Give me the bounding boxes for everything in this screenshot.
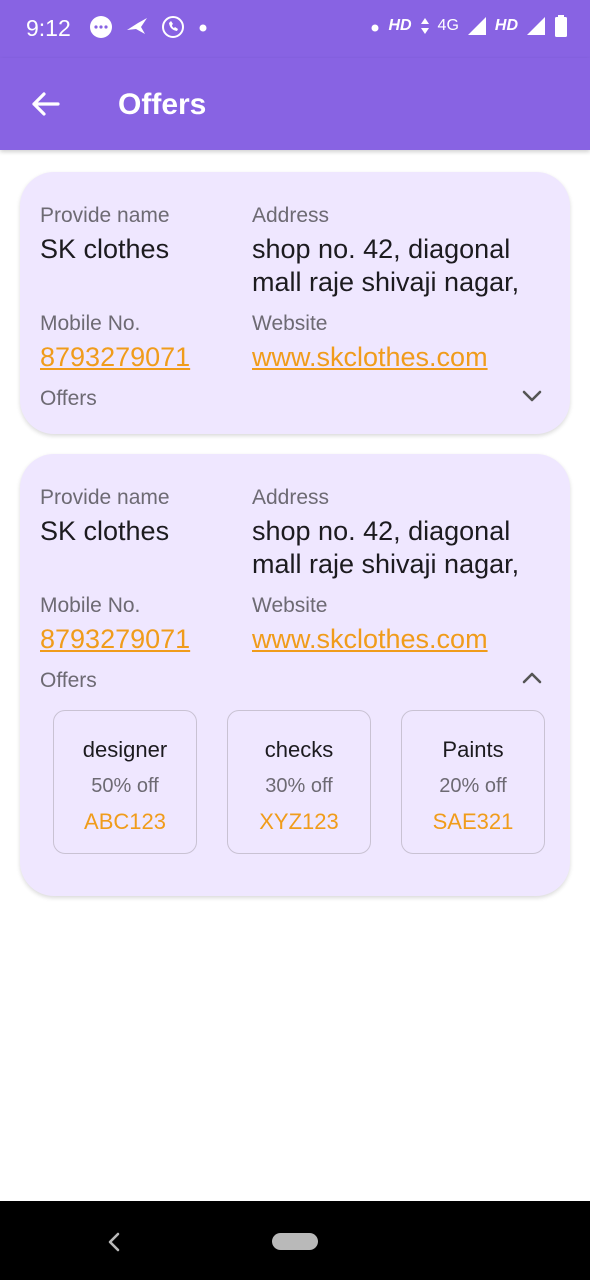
offer-card: Provide name SK clothes Address shop no.…: [20, 172, 570, 434]
offer-code: ABC123: [84, 809, 166, 834]
battery-icon: [555, 15, 567, 37]
nav-back-icon[interactable]: [104, 1231, 124, 1253]
status-left-icons: [88, 14, 210, 40]
hd-indicator: HD: [388, 17, 412, 34]
offer-code: XYZ123: [259, 809, 339, 834]
offer-discount: 20% off: [439, 775, 507, 797]
network-type: 4G: [437, 17, 459, 34]
app-bar: Offers: [0, 58, 590, 150]
chevron-down-icon[interactable]: [520, 384, 544, 408]
page-title: Offers: [118, 88, 207, 121]
address-label: Address: [252, 204, 330, 227]
messenger-icon: [90, 16, 112, 38]
offers-label: Offers: [40, 669, 97, 692]
offer-discount: 30% off: [265, 775, 333, 797]
offer-tile[interactable]: Paints 20% off SAE321: [401, 710, 545, 854]
address-label: Address: [252, 486, 330, 509]
notification-icon: [127, 18, 147, 34]
provider-label: Provide name: [40, 486, 170, 509]
chevron-up-icon[interactable]: [520, 666, 544, 690]
website-link[interactable]: www.skclothes.com: [252, 624, 488, 655]
call-icon: [162, 16, 184, 38]
mobile-label: Mobile No.: [40, 312, 141, 335]
system-nav-bar: [0, 1201, 590, 1280]
hd-indicator-2: HD: [494, 17, 518, 34]
arrow-left-icon[interactable]: [28, 86, 64, 122]
dot-icon: [199, 24, 207, 32]
status-time: 9:12: [26, 15, 71, 41]
offer-discount: 50% off: [91, 775, 159, 797]
signal-icon: [467, 17, 486, 35]
offer-tile[interactable]: checks 30% off XYZ123: [227, 710, 371, 854]
address-line-1: shop no. 42, diagonal: [252, 234, 511, 264]
offer-name: designer: [82, 737, 168, 762]
dot-icon: [371, 24, 379, 32]
home-pill-icon[interactable]: [272, 1233, 318, 1250]
offer-tile[interactable]: designer 50% off ABC123: [53, 710, 197, 854]
offers-label: Offers: [40, 387, 97, 410]
provider-label: Provide name: [40, 204, 170, 227]
provider-value: SK clothes: [40, 516, 170, 546]
offer-name: checks: [264, 737, 334, 762]
offer-name: Paints: [442, 737, 504, 762]
data-arrows-icon: [420, 18, 429, 34]
mobile-link[interactable]: 8793279071: [40, 624, 190, 655]
status-bar: 9:12 HD 4G HD: [0, 0, 590, 58]
signal-icon-2: [527, 17, 545, 35]
offer-code: SAE321: [432, 809, 514, 834]
address-line-1: shop no. 42, diagonal: [252, 516, 511, 546]
website-label: Website: [252, 594, 328, 617]
address-line-2: mall raje shivaji nagar,: [252, 267, 520, 297]
status-right-icons: HD 4G HD: [370, 14, 568, 38]
website-link[interactable]: www.skclothes.com: [252, 342, 488, 373]
address-line-2: mall raje shivaji nagar,: [252, 549, 520, 579]
mobile-link[interactable]: 8793279071: [40, 342, 190, 373]
provider-value: SK clothes: [40, 234, 170, 264]
website-label: Website: [252, 312, 328, 335]
mobile-label: Mobile No.: [40, 594, 141, 617]
offer-card-expanded: Provide name SK clothes Address shop no.…: [20, 454, 570, 896]
